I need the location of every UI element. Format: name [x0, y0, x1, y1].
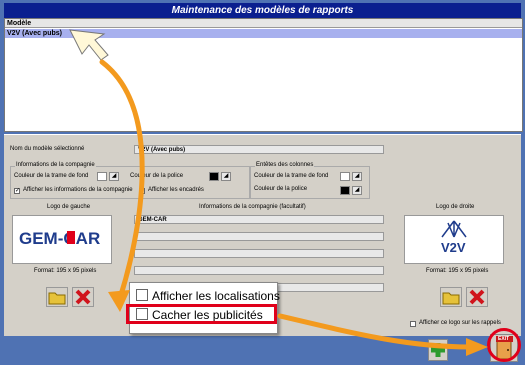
- paint-bucket-icon: ◢: [111, 173, 117, 179]
- paint-bucket-icon: ◢: [354, 173, 360, 179]
- right-logo-open-button[interactable]: [440, 287, 462, 307]
- add-template-button[interactable]: [428, 339, 448, 361]
- show-logo-reminders-label: Afficher ce logo sur les rappels: [419, 320, 501, 326]
- options-callout: Afficher les localisations Cacher les pu…: [126, 282, 280, 334]
- company-info-line-3[interactable]: [134, 249, 384, 258]
- show-logo-reminders-checkbox[interactable]: [410, 321, 416, 327]
- right-logo-image[interactable]: V2V: [404, 215, 504, 264]
- company-info-group-title: Informations de la compagnie: [15, 162, 96, 168]
- model-name-label: Nom du modèle sélectionné: [10, 146, 85, 152]
- paint-bucket-icon: ◢: [354, 187, 360, 193]
- model-name-field[interactable]: V2V (Avec pubs): [134, 145, 384, 154]
- company-info-label: Informations de la compagnie (facultatif…: [199, 204, 306, 210]
- report-template-window: Maintenance des modèles de rapports Modè…: [0, 0, 525, 365]
- company-info-line-2[interactable]: [134, 232, 384, 241]
- column-headers-group: Entêtes des colonnes Couleur de la trame…: [250, 162, 370, 199]
- left-logo-open-button[interactable]: [46, 287, 68, 307]
- window-title: Maintenance des modèles de rapports: [4, 3, 521, 18]
- template-list[interactable]: Modèle V2V (Avec pubs): [4, 18, 523, 132]
- list-column-header[interactable]: Modèle: [5, 19, 522, 28]
- folder-icon: [48, 292, 66, 305]
- show-locations-checkbox[interactable]: [136, 289, 148, 301]
- list-item[interactable]: V2V (Avec pubs): [5, 29, 522, 38]
- company-bg-color-label: Couleur de la trame de fond: [14, 173, 89, 179]
- plus-icon: [431, 343, 445, 357]
- company-info-group: Informations de la compagnie Couleur de …: [10, 162, 250, 199]
- hide-ads-highlight-box: [126, 304, 277, 324]
- right-logo-delete-button[interactable]: [466, 287, 488, 307]
- right-logo-label: Logo de droite: [436, 204, 475, 210]
- column-headers-group-title: Entêtes des colonnes: [255, 162, 315, 168]
- column-bg-color-swatch: [340, 172, 350, 181]
- v2v-logo: V2V: [441, 240, 466, 255]
- show-locations-label: Afficher les localisations: [152, 289, 280, 303]
- left-logo-delete-button[interactable]: [72, 287, 94, 307]
- column-bg-color-label: Couleur de la trame de fond: [254, 173, 329, 179]
- company-info-line-4[interactable]: [134, 266, 384, 275]
- folder-icon: [442, 292, 460, 305]
- v2v-logo-wing-icon: [441, 220, 467, 238]
- company-bg-color-picker-button[interactable]: ◢: [109, 172, 119, 181]
- show-frames-checkbox[interactable]: [139, 188, 145, 194]
- company-bg-color-swatch: [97, 172, 107, 181]
- column-bg-color-picker-button[interactable]: ◢: [352, 172, 362, 181]
- company-font-color-label: Couleur de la police: [130, 173, 184, 179]
- paint-bucket-icon: ◢: [223, 173, 229, 179]
- column-font-color-swatch: [340, 186, 350, 195]
- show-locations-option[interactable]: Afficher les localisations: [136, 289, 280, 303]
- company-font-color-picker-button[interactable]: ◢: [221, 172, 231, 181]
- column-font-color-label: Couleur de la police: [254, 186, 308, 192]
- company-font-color-swatch: [209, 172, 219, 181]
- show-company-info-checkbox[interactable]: ✓: [14, 188, 20, 194]
- gem-car-logo-mark: [67, 231, 75, 244]
- gem-car-logo: GEM-CAR: [19, 229, 101, 248]
- left-logo-format: Format: 195 x 95 pixels: [34, 268, 97, 274]
- show-company-info-label: Afficher les informations de la compagni…: [23, 187, 133, 193]
- left-logo-label: Logo de gauche: [47, 204, 91, 210]
- column-font-color-picker-button[interactable]: ◢: [352, 186, 362, 195]
- left-logo-image[interactable]: GEM-CAR: [12, 215, 112, 264]
- delete-x-icon: [469, 289, 485, 305]
- show-frames-label: Afficher les encadrés: [148, 187, 204, 193]
- exit-highlight-circle: [487, 328, 521, 362]
- delete-x-icon: [75, 289, 91, 305]
- company-info-line-1[interactable]: GEM-CAR: [134, 215, 384, 224]
- right-logo-format: Format: 195 x 95 pixels: [426, 268, 489, 274]
